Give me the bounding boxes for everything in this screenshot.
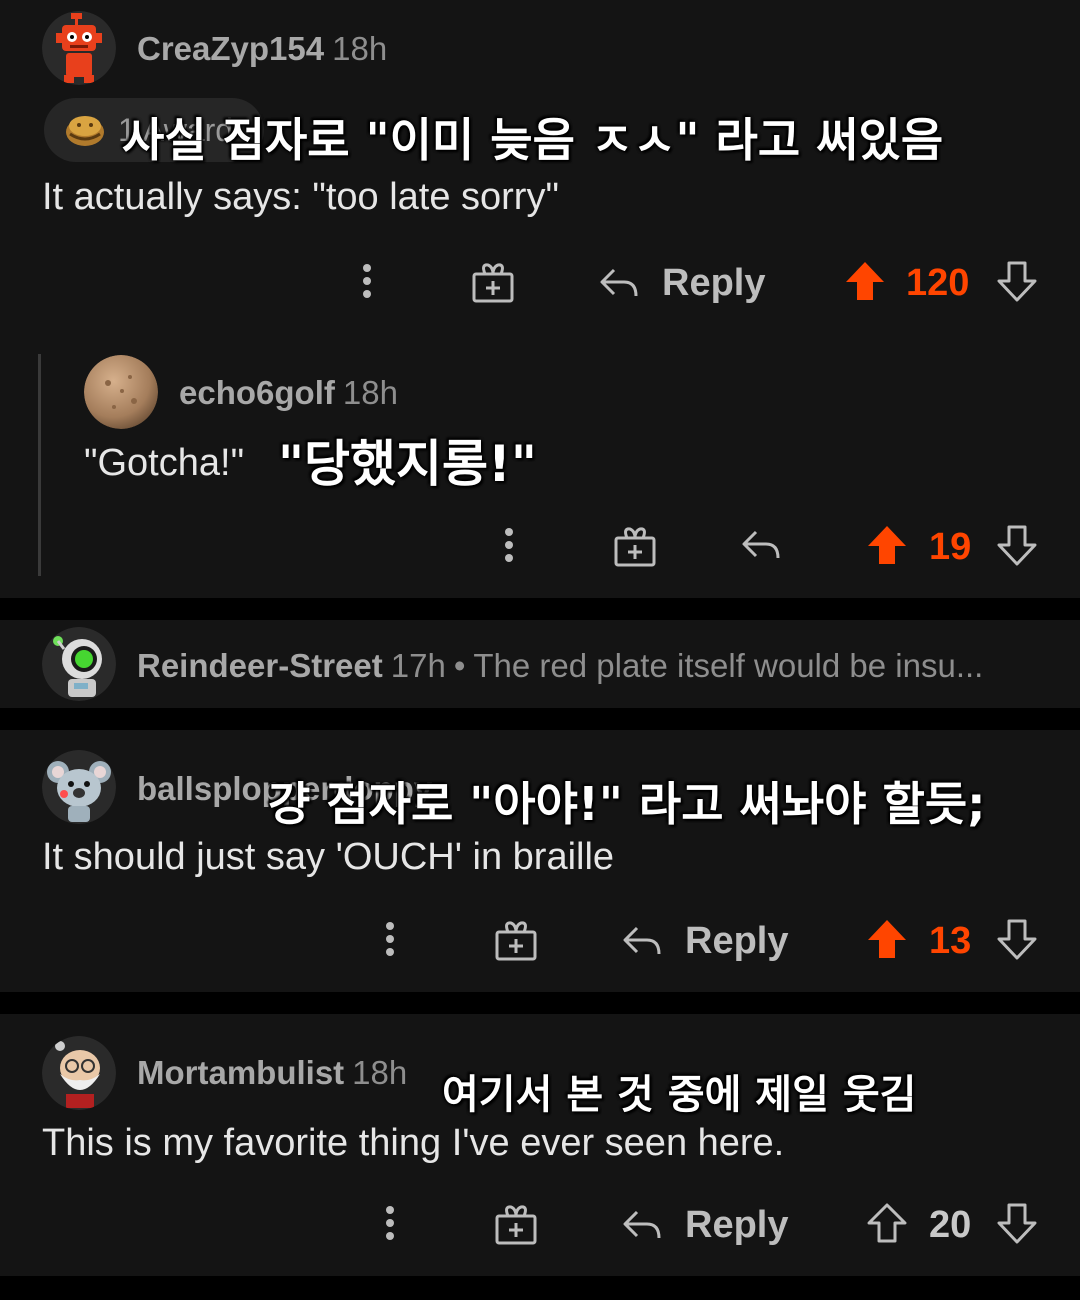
vote-count: 120 [906,262,970,304]
reply-button[interactable]: Reply [598,262,765,305]
more-options-button[interactable] [352,262,382,302]
username[interactable]: echo6golf [179,374,335,411]
comment-ballsplopperdoppy: ballsplopperdoppy 걍 점자로 "아야!" 라고 써놔야 할듯;… [0,730,1080,992]
more-vertical-icon [363,264,371,298]
comment-separator [0,1276,1080,1300]
timestamp: 18h [342,374,398,411]
comment-meta: Reindeer-Street 17h • The red plate itself … [137,647,983,685]
more-vertical-icon [386,922,394,956]
bearded-old-man-avatar-icon [42,1036,116,1110]
upvote-filled-icon [868,526,906,564]
downvote-outline-icon [997,525,1037,566]
downvote-button[interactable] [996,524,1038,568]
koala-avatar-icon [42,750,116,824]
downvote-button[interactable] [996,260,1038,304]
reply-button[interactable] [740,526,782,566]
comment-meta: Mortambulist 18h [137,1054,407,1092]
vote-count: 19 [929,526,972,568]
user-avatar[interactable] [42,750,116,824]
give-award-button[interactable] [494,1204,538,1246]
give-award-button[interactable] [613,526,657,568]
translation-overlay: 여기서 본 것 중에 제일 웃김 [442,1072,917,1118]
vote-count: 20 [929,1204,972,1246]
upvote-filled-icon [868,920,906,958]
reply-button[interactable]: Reply [621,920,788,963]
translation-overlay: 걍 점자로 "아야!" 라고 써놔야 할듯; [268,777,986,831]
timestamp: 18h [332,30,388,67]
comment-separator [0,708,1080,730]
reply-arrow-icon [623,926,661,954]
comment-separator [0,992,1080,1014]
comment-mortambulist: Mortambulist 18h 여기서 본 것 중에 제일 웃김 This is… [0,1014,1080,1276]
award-icon [66,116,104,146]
downvote-outline-icon [997,261,1037,302]
comment-creazyp154: CreaZyp154 18h 1 Award 사실 점자로 "이미 늦음 ㅈㅅ" … [0,0,1080,598]
comment-meta: CreaZyp154 18h [137,30,387,68]
comment-body: It should just say 'OUCH' in braille [42,836,615,878]
translation-overlay: 사실 점자로 "이미 늦음 ㅈㅅ" 라고 써있음 [122,113,944,167]
reply-label: Reply [685,1204,789,1246]
user-avatar[interactable] [84,355,158,429]
comment-body: "Gotcha!" [84,442,245,484]
more-vertical-icon [505,528,513,562]
collapsed-comment-reindeer-street[interactable]: Reindeer-Street 17h • The red plate itself … [0,620,1080,708]
red-robot-avatar-icon [42,11,116,85]
downvote-button[interactable] [996,918,1038,962]
stone-texture-avatar-icon [84,355,158,429]
upvote-button[interactable] [866,1202,908,1244]
username[interactable]: Mortambulist [137,1054,344,1091]
gift-award-icon [495,921,537,961]
comment-body: This is my favorite thing I've ever seen… [42,1122,785,1164]
comment-meta: echo6golf 18h [179,374,398,412]
give-award-button[interactable] [471,262,515,304]
vote-count: 13 [929,920,972,962]
user-avatar[interactable] [42,11,116,85]
username[interactable]: Reindeer-Street [137,647,383,684]
user-avatar[interactable] [42,1036,116,1110]
upvote-filled-icon [846,262,884,300]
gift-award-icon [472,263,514,303]
reply-arrow-icon [600,268,638,296]
reply-arrow-icon [623,1210,661,1238]
downvote-button[interactable] [996,1202,1038,1246]
reply-arrow-icon [742,530,780,559]
reply-label: Reply [685,920,789,962]
reply-label: Reply [662,262,766,304]
gift-award-icon [495,1205,537,1245]
more-options-button[interactable] [494,526,524,566]
upvote-button[interactable] [866,918,908,960]
timestamp: 18h [352,1054,408,1091]
more-vertical-icon [386,1206,394,1240]
comment-separator [0,598,1080,620]
meta-separator: • [453,647,466,684]
upvote-outline-icon [867,1203,907,1243]
downvote-outline-icon [997,1203,1037,1244]
thread-line[interactable] [38,354,41,576]
reply-button[interactable]: Reply [621,1204,788,1247]
gift-award-icon [614,527,656,567]
comment-body: It actually says: "too late sorry" [42,176,559,218]
upvote-button[interactable] [866,524,908,566]
more-options-button[interactable] [375,920,405,960]
upvote-button[interactable] [844,260,886,302]
give-award-button[interactable] [494,920,538,962]
translation-overlay: "당했지롱!" [278,435,537,493]
downvote-outline-icon [997,919,1037,960]
username[interactable]: CreaZyp154 [137,30,324,67]
timestamp: 17h [390,647,446,684]
more-options-button[interactable] [375,1204,405,1244]
green-helmet-avatar-icon [42,627,116,701]
user-avatar[interactable] [42,627,116,701]
collapsed-preview: The red plate itself would be insu... [473,647,984,684]
